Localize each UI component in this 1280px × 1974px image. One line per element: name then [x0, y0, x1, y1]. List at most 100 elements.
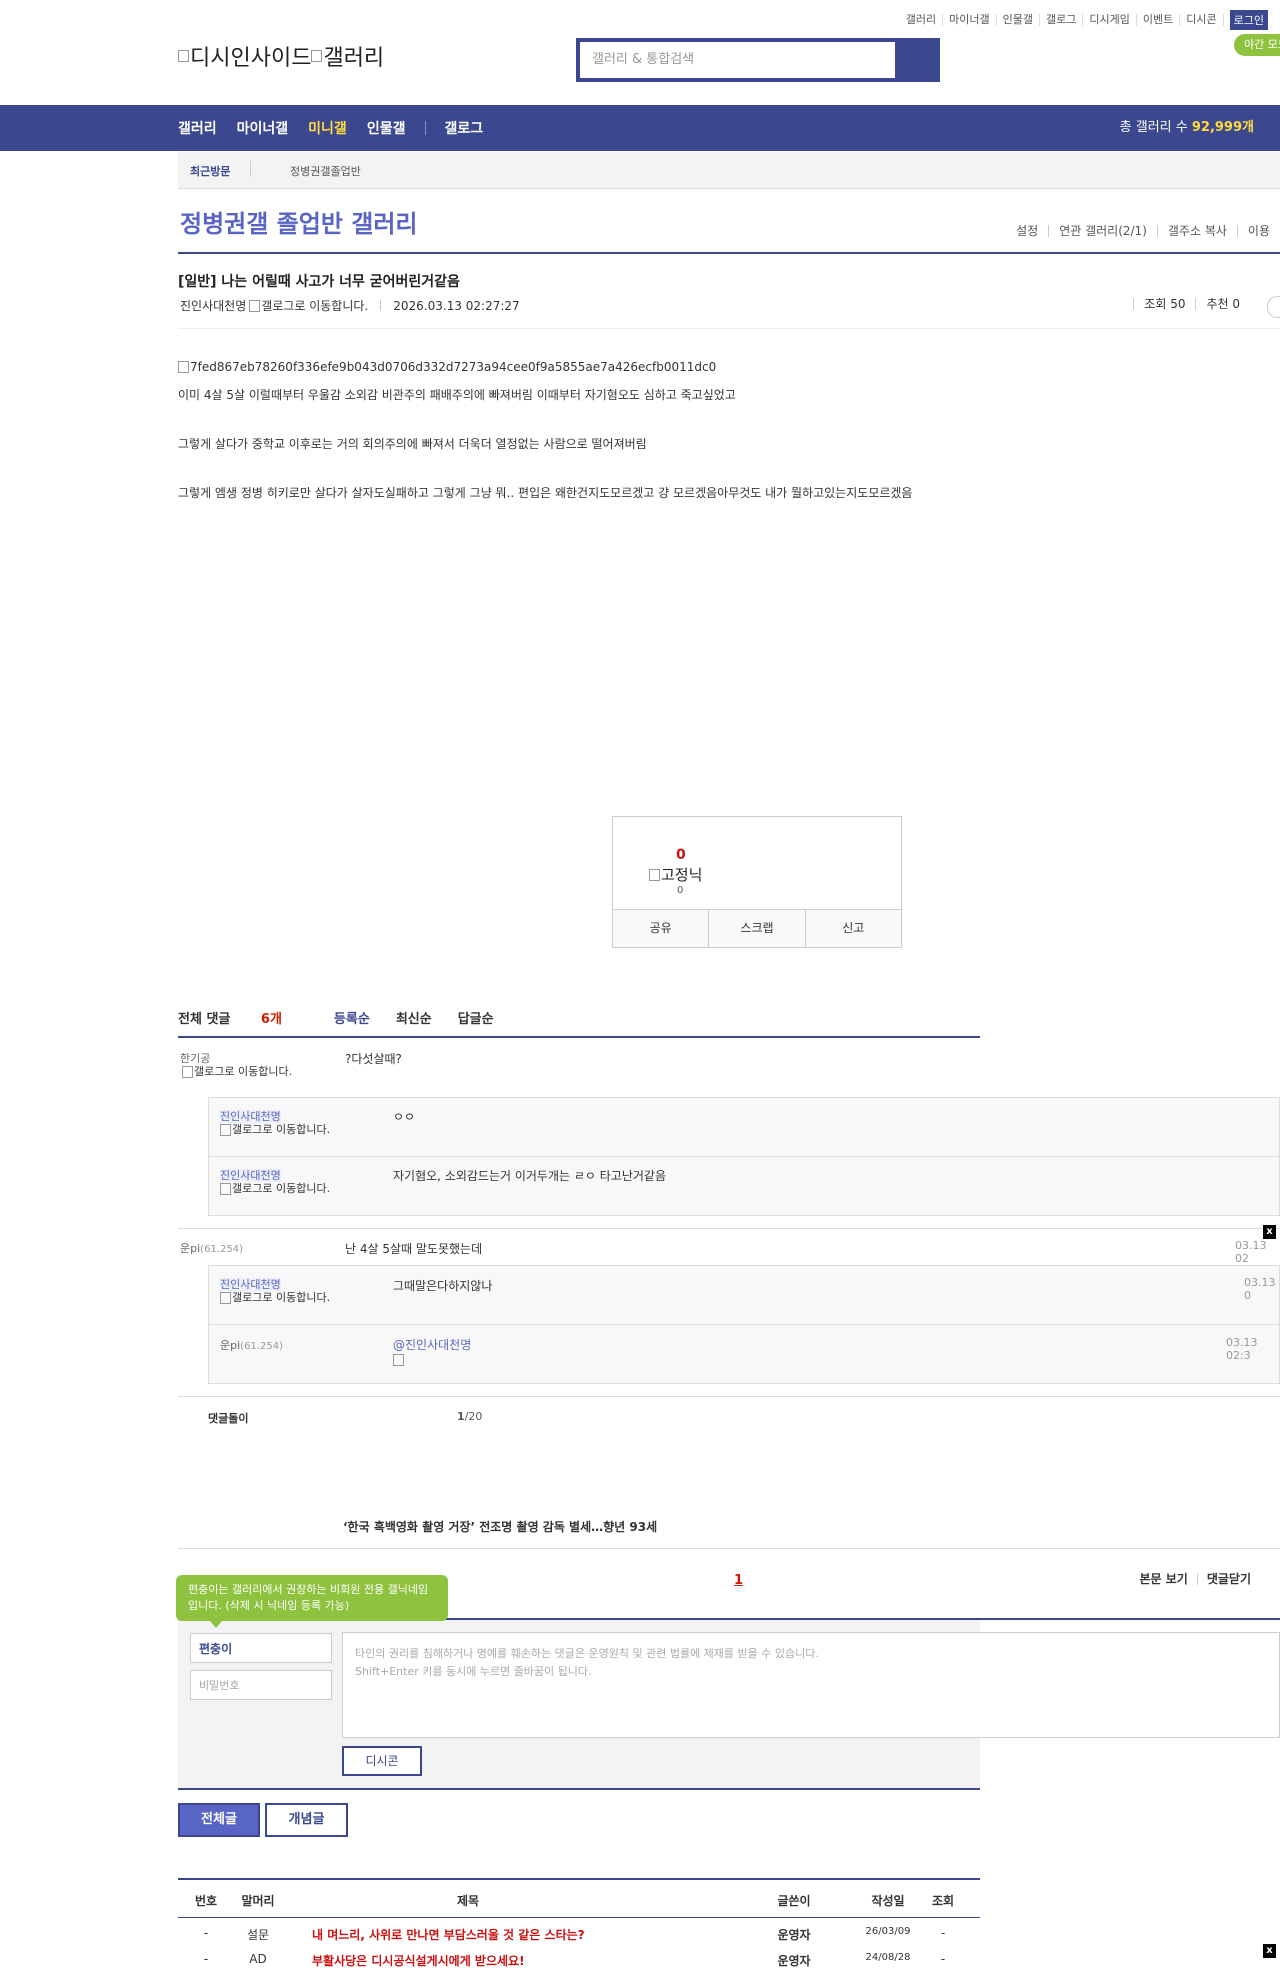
header-head: 말머리: [241, 1894, 275, 1908]
gallog-link[interactable]: 갤로그로 이동합니다.: [220, 1292, 350, 1307]
recent-label[interactable]: 최근방문: [190, 163, 230, 179]
reply-mention[interactable]: @진인사대천명: [393, 1336, 471, 1353]
top-menu-person[interactable]: 인물갤: [997, 14, 1041, 26]
gallery-usage[interactable]: 이용: [1236, 225, 1280, 237]
gallog-link[interactable]: 갤로그로 이동합니다.: [220, 1183, 350, 1198]
all-posts-button[interactable]: 전체글: [178, 1803, 260, 1837]
comment-pager: 1/20: [457, 1410, 483, 1423]
gallery-settings[interactable]: 설정: [1006, 225, 1048, 237]
dccon-image: [393, 1354, 405, 1369]
top-menu-event[interactable]: 이벤트: [1137, 14, 1181, 26]
top-menu-game[interactable]: 디시게임: [1083, 14, 1137, 26]
comment-nick[interactable]: 운pi: [180, 1242, 200, 1255]
gallog-link[interactable]: 갤로그로 이동합니다.: [220, 1124, 350, 1139]
comment-text: 난 4살 5살때 말도못했는데: [345, 1242, 483, 1256]
recommend-count: 0: [676, 847, 686, 863]
reply-date: 03.13 02:3: [1226, 1336, 1258, 1362]
post-writer[interactable]: 운영자: [754, 1926, 834, 1943]
share-button[interactable]: 공유: [613, 910, 710, 947]
reply-text: 그때말은다하지않나: [393, 1279, 493, 1293]
nav-mini[interactable]: 미니갤: [308, 118, 347, 138]
copy-gallery-url[interactable]: 갤주소 복사: [1156, 225, 1237, 237]
post-meta: 진인사대천명 갤로그로 이동합니다. 2026.03.13 02:27:27: [180, 297, 520, 314]
reply-date: 03.13 0: [1244, 1276, 1276, 1302]
post-datetime: 2026.03.13 02:27:27: [393, 298, 520, 313]
sort-registered[interactable]: 등록순: [334, 1008, 370, 1027]
related-galleries[interactable]: 연관 갤러리(2/1): [1048, 225, 1157, 237]
comment-date: 03.13 02: [1235, 1239, 1267, 1265]
nav-minor[interactable]: 마이너갤: [237, 118, 289, 138]
login-button[interactable]: 로그인: [1229, 10, 1268, 30]
top-menu-dccon[interactable]: 디시콘: [1180, 14, 1224, 26]
post-head: 설문: [246, 1928, 270, 1942]
page-number[interactable]: 1: [734, 1573, 743, 1588]
reply-nick[interactable]: 운pi: [220, 1339, 240, 1352]
site-logo[interactable]: 디시인사이드 갤러리: [178, 40, 384, 72]
sort-replies[interactable]: 답글순: [458, 1008, 494, 1027]
header-writer: 글쓴이: [777, 1894, 811, 1908]
fixed-nick-count: 0: [677, 885, 684, 896]
post-recommend: 추천 0: [1195, 298, 1250, 310]
report-button[interactable]: 신고: [806, 910, 901, 947]
post-subject[interactable]: 부활사당은 디시공식설게시에게 받으세요!: [312, 1952, 752, 1969]
gallog-link[interactable]: 갤로그로 이동합니다.: [249, 297, 368, 314]
reply-nick[interactable]: 진인사대천명: [220, 1110, 281, 1123]
post-writer[interactable]: 운영자: [754, 1952, 834, 1969]
view-post-button[interactable]: 본문 보기: [1130, 1573, 1196, 1585]
top-menu: 갤러리 마이너갤 인물갤 갤로그 디시게임 이벤트 디시콘 로그인: [900, 10, 1268, 30]
list-header: 번호 말머리 제목 글쓴이 작성일 조회: [178, 1880, 980, 1918]
password-input[interactable]: 비밀번호: [190, 1670, 332, 1700]
post-date: 26/03/09: [865, 1926, 911, 1937]
top-menu-minor[interactable]: 마이너갤: [943, 14, 997, 26]
nickname-input[interactable]: 편충이: [190, 1633, 332, 1663]
post-paragraph: 그렇게 살다가 중학교 이후로는 거의 회의주의에 빠져서 더욱더 열정없는 사…: [178, 437, 647, 451]
more-options-button[interactable]: [1267, 296, 1280, 318]
view-buttons: 본문 보기 댓글닫기: [1130, 1573, 1260, 1585]
main-nav: 갤러리 마이너갤 미니갤 인물갤 갤로그 총 갤러리 수 92,999개: [0, 105, 1280, 151]
gallery-title[interactable]: 정병권갤 졸업반 갤러리: [180, 204, 418, 239]
nav-divider: [425, 121, 427, 135]
dccon-button[interactable]: 디시콘: [342, 1746, 422, 1776]
comment-ip: (61.254): [200, 1244, 243, 1255]
recent-gallery-link[interactable]: 정병권갤졸업반: [290, 163, 361, 179]
search-icon: [909, 50, 925, 66]
search-button[interactable]: [896, 38, 940, 82]
top-menu-gallery[interactable]: 갤러리: [900, 14, 944, 26]
reply-nick[interactable]: 진인사대천명: [220, 1169, 281, 1182]
fixed-nick-button[interactable]: 고정닉: [649, 864, 702, 885]
night-mode-button[interactable]: 야간 모드: [1234, 34, 1280, 56]
reply-author: 운pi(61.254): [220, 1337, 283, 1353]
nav-gallery[interactable]: 갤러리: [178, 118, 217, 138]
sort-latest[interactable]: 최신순: [396, 1008, 432, 1027]
post-author[interactable]: 진인사대천명: [180, 297, 246, 314]
post-paragraph: 이미 4살 5살 이럴때부터 우울감 소외감 비관주의 패배주의에 빠져버림 이…: [178, 388, 736, 402]
comment-page-current[interactable]: 1: [457, 1410, 465, 1423]
close-icon[interactable]: x: [1263, 1944, 1276, 1958]
reply-author: 진인사대천명 갤로그로 이동합니다.: [220, 1108, 350, 1139]
post-subject[interactable]: 내 며느리, 사위로 만나면 부담스러울 것 같은 스타는?: [312, 1926, 752, 1943]
nav-gallog[interactable]: 갤로그: [444, 118, 483, 138]
post-head: AD: [249, 1952, 267, 1966]
divider: [208, 1324, 1280, 1325]
news-headline[interactable]: ‘한국 흑백영화 촬영 거장’ 전조명 촬영 감독 별세…향년 93세: [343, 1518, 657, 1535]
top-menu-gallog[interactable]: 갤로그: [1040, 14, 1084, 26]
reply-text: 자기혐오, 소외감드는거 이거두개는 ㄹㅇ 타고난거같음: [393, 1169, 666, 1183]
logo-gallery-image: 갤러리: [311, 40, 384, 72]
reply-nick[interactable]: 진인사대천명: [220, 1278, 281, 1291]
comment-author: 운pi(61.254): [180, 1240, 243, 1256]
post-views: 조회 50: [1133, 298, 1195, 310]
scrap-button[interactable]: 스크랩: [709, 910, 806, 947]
close-comments-button[interactable]: 댓글닫기: [1196, 1573, 1260, 1585]
comment-total: 전체 댓글 6개: [178, 1012, 282, 1027]
nav-person[interactable]: 인물갤: [367, 118, 406, 138]
list-item[interactable]: - AD 부활사당은 디시공식설게시에게 받으세요! 운영자 24/08/28 …: [178, 1944, 980, 1974]
comment-nick[interactable]: 한기공: [180, 1050, 310, 1066]
gallog-link[interactable]: 갤로그로 이동합니다.: [182, 1066, 310, 1081]
close-icon[interactable]: x: [1263, 1225, 1276, 1239]
search-input[interactable]: 갤러리 & 통합검색: [580, 42, 895, 78]
comment-author: 한기공 갤로그로 이동합니다.: [180, 1050, 310, 1081]
post-number: -: [203, 1926, 209, 1940]
best-posts-button[interactable]: 개념글: [265, 1803, 348, 1837]
logo-image: 디시인사이드: [178, 40, 311, 72]
comment-textarea[interactable]: 타인의 권리를 침해하거나 명예를 훼손하는 댓글은 운영원칙 및 관련 법률에…: [342, 1632, 1280, 1738]
